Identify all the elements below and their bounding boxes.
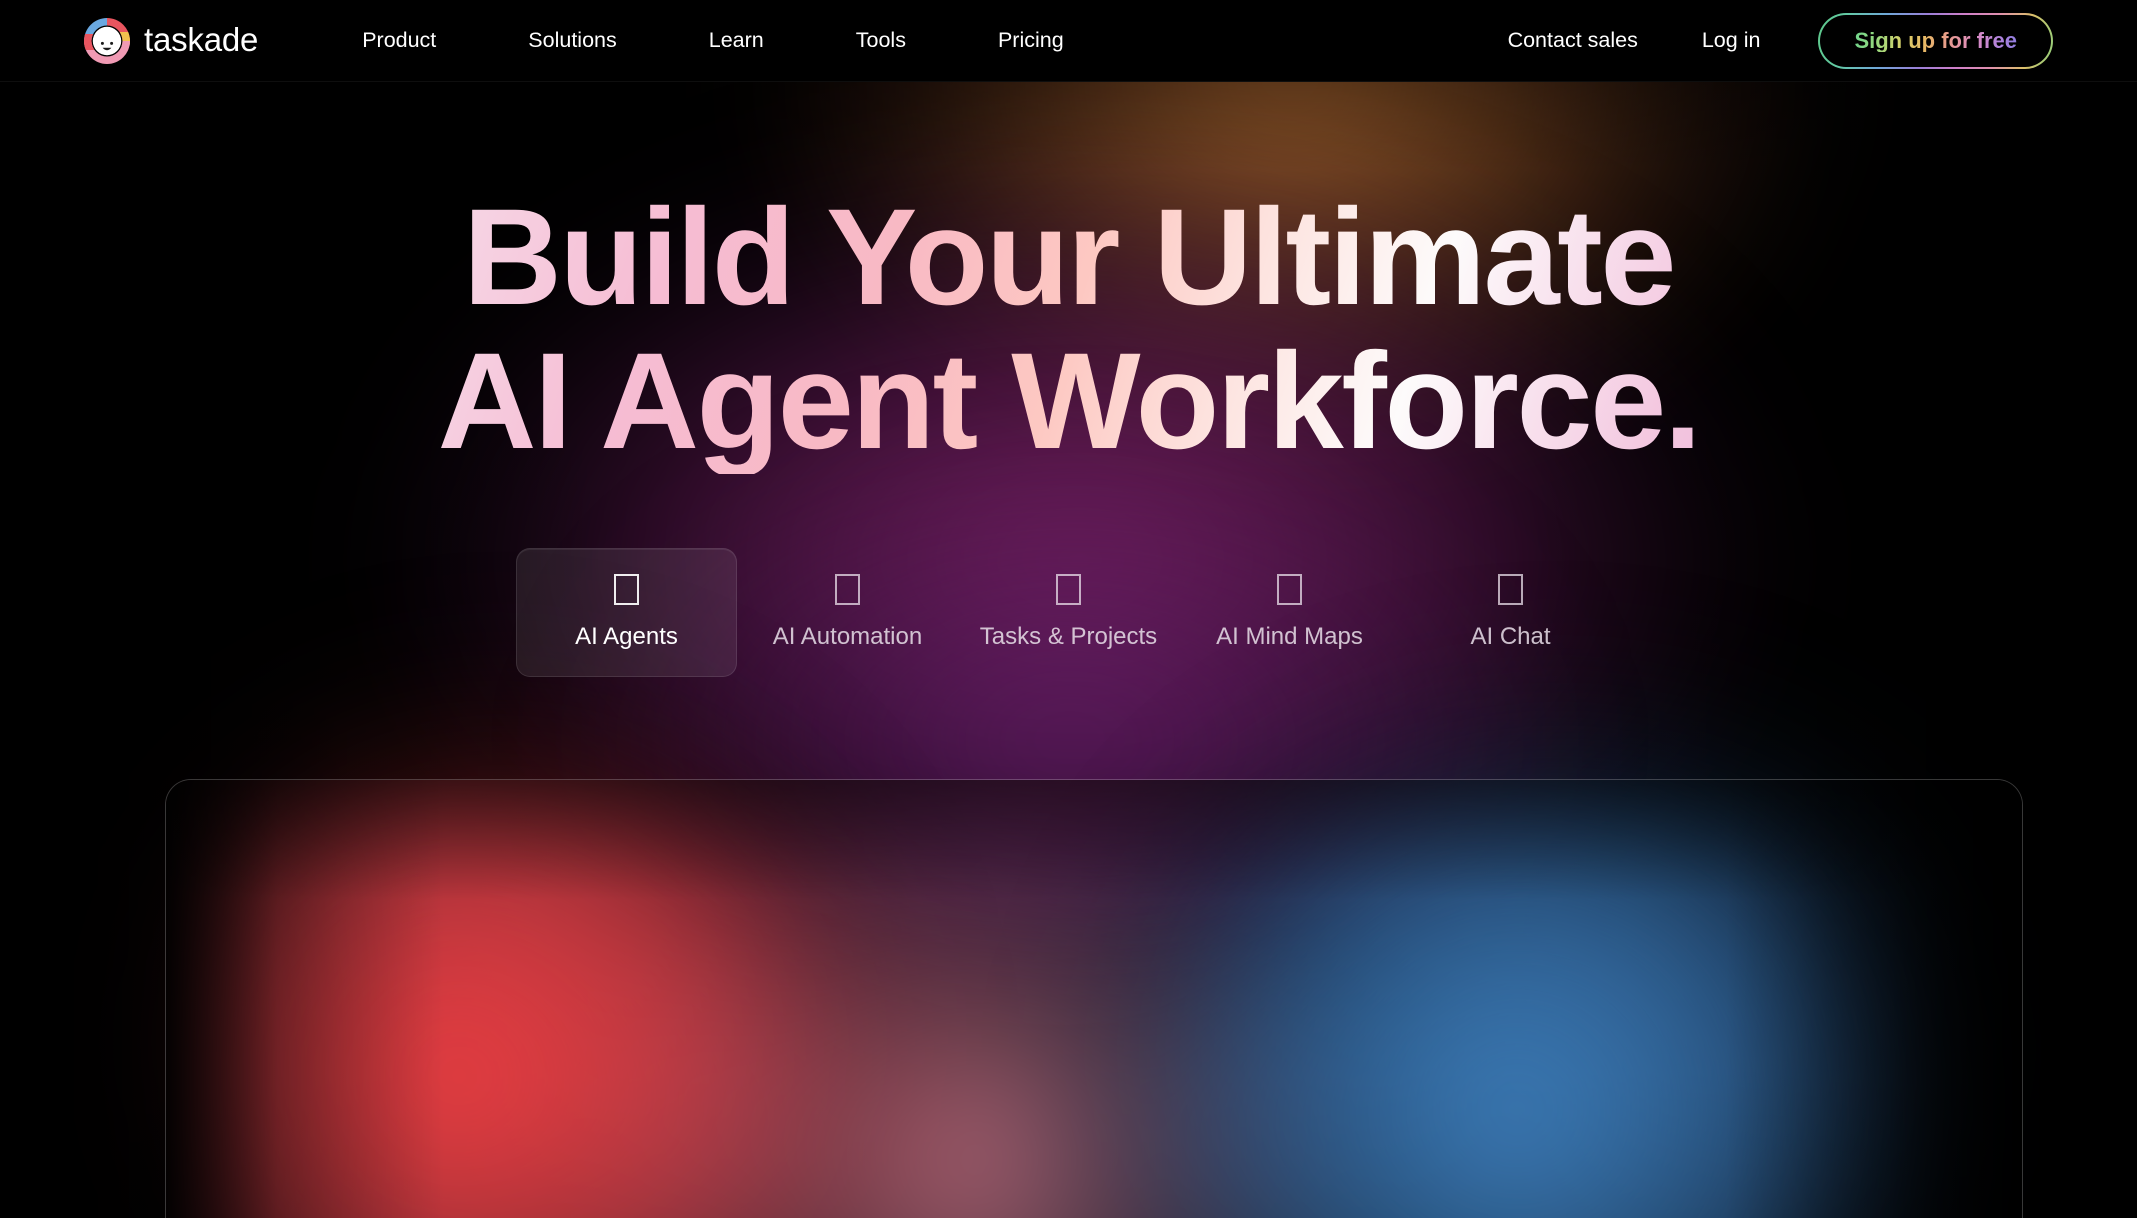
page-title-line-2: AI Agent Workforce. bbox=[437, 324, 1700, 478]
nav-item-product[interactable]: Product bbox=[336, 20, 462, 62]
sign-up-button-inner: Sign up for free bbox=[1820, 14, 2051, 67]
primary-navigation: Product Solutions Learn Tools Pricing bbox=[316, 20, 1109, 62]
taskade-circle-face-logo-icon bbox=[84, 17, 130, 64]
ai-chat-icon bbox=[1498, 573, 1523, 605]
site-header: taskade Product Solutions Learn Tools Pr… bbox=[0, 0, 2137, 82]
tab-ai-automation-label: AI Automation bbox=[772, 622, 923, 650]
hero-section: Build Your Ultimate AI Agent Workforce. … bbox=[0, 82, 2137, 677]
nav-item-pricing[interactable]: Pricing bbox=[972, 20, 1090, 62]
tab-ai-mind-maps-label: AI Mind Maps bbox=[1216, 622, 1363, 650]
page-title: Build Your Ultimate AI Agent Workforce. bbox=[0, 186, 2137, 474]
header-actions: Contact sales Log in Sign up for free bbox=[1476, 12, 2053, 69]
contact-sales-link[interactable]: Contact sales bbox=[1482, 20, 1664, 62]
nav-item-tools[interactable]: Tools bbox=[830, 20, 932, 62]
brand-logo-link[interactable]: taskade bbox=[84, 17, 259, 64]
preview-gradient bbox=[166, 780, 2022, 1218]
landing-page: taskade Product Solutions Learn Tools Pr… bbox=[0, 0, 2137, 1218]
nav-item-solutions[interactable]: Solutions bbox=[502, 20, 642, 62]
page-title-line-1: Build Your Ultimate bbox=[463, 181, 1674, 334]
tab-ai-mind-maps[interactable]: AI Mind Maps bbox=[1179, 548, 1400, 677]
product-preview-card[interactable] bbox=[165, 779, 2023, 1218]
tab-ai-chat-label: AI Chat bbox=[1470, 622, 1551, 650]
tab-tasks-projects[interactable]: Tasks & Projects bbox=[958, 548, 1179, 677]
log-in-link[interactable]: Log in bbox=[1676, 20, 1787, 62]
tab-ai-automation[interactable]: AI Automation bbox=[737, 548, 958, 677]
sign-up-button-label: Sign up for free bbox=[1854, 27, 2017, 53]
sign-up-button[interactable]: Sign up for free bbox=[1818, 12, 2053, 69]
ai-automation-icon bbox=[835, 573, 860, 605]
ai-agents-icon bbox=[614, 573, 639, 605]
tab-ai-agents[interactable]: AI Agents bbox=[516, 547, 737, 677]
nav-item-learn[interactable]: Learn bbox=[683, 20, 790, 62]
ai-mind-maps-icon bbox=[1277, 573, 1302, 605]
tab-ai-chat[interactable]: AI Chat bbox=[1400, 548, 1621, 677]
feature-tabs: AI Agents AI Automation Tasks & Projects… bbox=[0, 547, 2137, 677]
tab-ai-agents-label: AI Agents bbox=[575, 622, 678, 650]
tab-tasks-projects-label: Tasks & Projects bbox=[979, 622, 1158, 650]
brand-name: taskade bbox=[144, 21, 259, 58]
tasks-projects-icon bbox=[1056, 573, 1081, 605]
